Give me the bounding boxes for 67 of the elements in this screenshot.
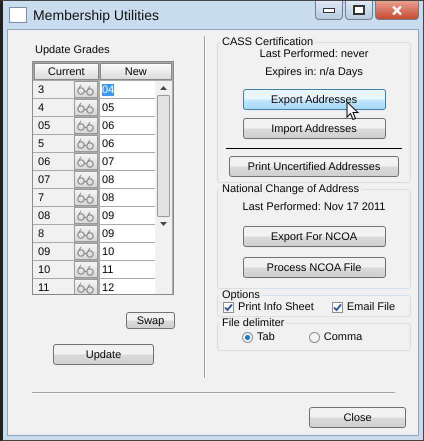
group-title: Options [221, 289, 261, 301]
action-button[interactable]: Process NCOA File [242, 257, 386, 278]
update-button[interactable]: Update [53, 344, 154, 365]
glasses-icon[interactable] [74, 99, 98, 116]
checkbox[interactable]: Email File [332, 301, 396, 313]
glasses-icon[interactable] [74, 171, 98, 188]
group-title: National Change of Address [221, 183, 360, 195]
table-cell: 06 [33, 153, 74, 170]
print-button[interactable]: Print Uncertified Addresses [229, 156, 399, 177]
table-cell: 11 [33, 279, 74, 294]
check-icon [332, 302, 342, 312]
maximize-button[interactable] [345, 1, 373, 20]
check-icon [224, 302, 233, 312]
swap-button[interactable]: Swap [126, 312, 175, 329]
glasses-icon[interactable] [74, 261, 98, 278]
radio-button[interactable]: Comma [308, 331, 362, 343]
action-button[interactable]: Export Addresses [242, 89, 386, 110]
table-cell[interactable]: 06 [100, 135, 155, 152]
action-button[interactable]: Export For NCOA [242, 226, 386, 247]
glasses-icon[interactable] [74, 279, 98, 294]
glasses-icon[interactable] [74, 153, 98, 170]
section-title: Update Grades [35, 44, 111, 56]
glasses-icon[interactable] [74, 81, 98, 98]
group-title: CASS Certification [221, 36, 314, 48]
status-text: Last Performed: Nov 17 2011 [242, 201, 386, 215]
table-cell: 05 [33, 117, 74, 134]
table-cell: 7 [33, 189, 74, 206]
table-cell[interactable]: 12 [100, 279, 155, 294]
column-header[interactable]: Current [34, 63, 99, 80]
glasses-icon[interactable] [74, 243, 98, 260]
table-cell[interactable]: 09 [100, 207, 155, 224]
table-cell: 09 [33, 243, 74, 260]
close-button[interactable]: Close [309, 407, 406, 428]
group-title: File delimiter [221, 317, 286, 329]
action-button[interactable]: Import Addresses [242, 118, 386, 139]
table-cell[interactable]: 09 [100, 225, 155, 242]
checkbox[interactable]: Print Info Sheet [223, 301, 314, 313]
window-icon [9, 7, 27, 23]
table-cell[interactable]: 06 [100, 117, 155, 134]
status-text: Expires in: n/a Days [265, 66, 363, 80]
table-cell[interactable]: 08 [100, 171, 155, 188]
table-cell[interactable]: 05 [100, 99, 155, 116]
glasses-icon[interactable] [74, 117, 98, 134]
glasses-icon[interactable] [74, 207, 98, 224]
table-cell: 10 [33, 261, 74, 278]
table-cell[interactable]: 08 [100, 189, 155, 206]
table-cell: 08 [33, 207, 74, 224]
scroll-down-icon[interactable] [160, 222, 167, 226]
table-cell[interactable]: 11 [100, 261, 155, 278]
glasses-icon[interactable] [74, 225, 98, 242]
table-cell: 5 [33, 135, 74, 152]
minimize-button[interactable] [315, 1, 343, 20]
table-cell: 07 [33, 171, 74, 188]
scrollbar[interactable] [155, 81, 172, 294]
window-title: Membership Utilities [33, 7, 160, 23]
table-cell[interactable]: 07 [100, 153, 155, 170]
table-cell: 3 [33, 81, 74, 98]
glasses-icon[interactable] [74, 189, 98, 206]
close-icon[interactable] [375, 1, 419, 20]
radio-button[interactable]: Tab [242, 331, 275, 343]
scroll-up-icon[interactable] [160, 86, 167, 90]
table-cell: 8 [33, 225, 74, 242]
table-cell: 4 [33, 99, 74, 116]
column-header[interactable]: New [100, 63, 172, 80]
glasses-icon[interactable] [74, 135, 98, 152]
table-cell[interactable]: 10 [100, 243, 155, 260]
status-text: Last Performed: never [260, 48, 368, 62]
